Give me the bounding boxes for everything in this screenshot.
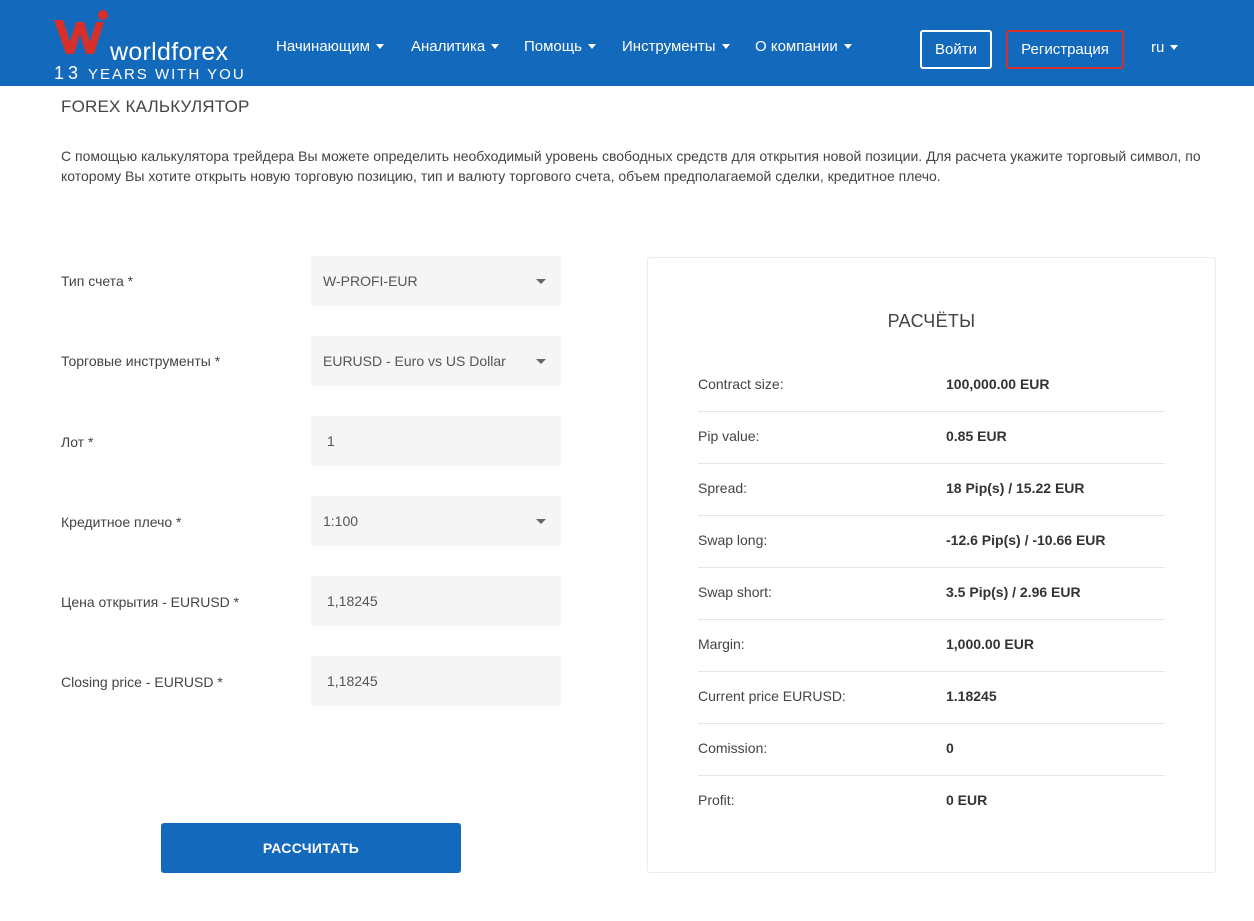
lot-input[interactable]: 1 xyxy=(311,416,561,466)
result-value: 100,000.00 EUR xyxy=(946,376,1050,392)
open-price-label: Цена открытия - EURUSD * xyxy=(61,594,240,610)
page-title: FOREX КАЛЬКУЛЯТОР xyxy=(61,97,250,116)
result-label: Pip value: xyxy=(698,428,760,444)
result-value: 0.85 EUR xyxy=(946,428,1007,444)
account-type-label: Тип счета * xyxy=(61,273,134,289)
results-panel: РАСЧЁТЫ Contract size: 100,000.00 EUR Pi… xyxy=(647,257,1216,873)
result-label: Comission: xyxy=(698,740,768,756)
results-title: РАСЧЁТЫ xyxy=(887,311,976,331)
dropdown-arrow-icon xyxy=(536,359,546,364)
result-value: 0 xyxy=(946,740,954,756)
login-button[interactable]: Войти xyxy=(920,30,992,69)
result-value: 0 EUR xyxy=(946,792,988,808)
chevron-down-icon xyxy=(491,44,500,49)
chevron-down-icon xyxy=(375,44,384,49)
result-row-swap-short: Swap short: 3.5 Pip(s) / 2.96 EUR xyxy=(698,568,1165,620)
logo-tagline: 13 YEARS WITH YOU xyxy=(54,63,246,84)
nav-item-help[interactable]: Помощь xyxy=(524,38,596,55)
result-row-contract-size: Contract size: 100,000.00 EUR xyxy=(698,360,1165,412)
result-value: -12.6 Pip(s) / -10.66 EUR xyxy=(946,532,1106,548)
result-label: Swap long: xyxy=(698,532,768,548)
leverage-select[interactable]: 1:100 xyxy=(311,496,561,546)
chevron-down-icon xyxy=(587,44,596,49)
calculate-button[interactable]: РАССЧИТАТЬ xyxy=(161,823,461,873)
account-type-value: W-PROFI-EUR xyxy=(323,273,418,289)
nav-item-tools[interactable]: Инструменты xyxy=(622,38,730,55)
register-button[interactable]: Регистрация xyxy=(1006,30,1124,69)
nav-item-label: О компании xyxy=(755,38,838,55)
lot-value: 1 xyxy=(327,433,335,449)
instrument-label: Торговые инструменты * xyxy=(61,353,221,369)
nav-item-label: Инструменты xyxy=(622,38,716,55)
account-type-select[interactable]: W-PROFI-EUR xyxy=(311,256,561,306)
result-label: Spread: xyxy=(698,480,748,496)
instrument-value: EURUSD - Euro vs US Dollar xyxy=(323,353,506,369)
dropdown-arrow-icon xyxy=(536,279,546,284)
logo-w-icon xyxy=(54,10,108,54)
result-value: 1.18245 xyxy=(946,688,997,704)
result-row-spread: Spread: 18 Pip(s) / 15.22 EUR xyxy=(698,464,1165,516)
result-label: Margin: xyxy=(698,636,745,652)
dropdown-arrow-icon xyxy=(536,519,546,524)
result-label: Profit: xyxy=(698,792,735,808)
result-value: 18 Pip(s) / 15.22 EUR xyxy=(946,480,1085,496)
result-value: 3.5 Pip(s) / 2.96 EUR xyxy=(946,584,1081,600)
close-price-label: Closing price - EURUSD * xyxy=(61,674,223,690)
logo[interactable]: worldforex 13 YEARS WITH YOU xyxy=(52,8,252,84)
chevron-down-icon xyxy=(721,44,730,49)
chevron-down-icon xyxy=(843,44,852,49)
nav-item-about[interactable]: О компании xyxy=(755,38,852,55)
language-label: ru xyxy=(1151,39,1165,56)
logo-tag-text: YEARS WITH YOU xyxy=(87,66,246,83)
result-row-swap-long: Swap long: -12.6 Pip(s) / -10.66 EUR xyxy=(698,516,1165,568)
leverage-value: 1:100 xyxy=(323,513,359,529)
lot-label: Лот * xyxy=(61,434,94,450)
nav-item-label: Начинающим xyxy=(276,38,370,55)
nav-item-label: Аналитика xyxy=(411,38,486,55)
logo-tag-number: 13 xyxy=(54,63,83,83)
chevron-down-icon xyxy=(1170,45,1179,50)
result-row-pip-value: Pip value: 0.85 EUR xyxy=(698,412,1165,464)
open-price-value: 1,18245 xyxy=(327,593,378,609)
language-selector[interactable]: ru xyxy=(1151,39,1179,56)
instrument-select[interactable]: EURUSD - Euro vs US Dollar xyxy=(311,336,561,386)
nav-item-analytics[interactable]: Аналитика xyxy=(411,38,500,55)
close-price-value: 1,18245 xyxy=(327,673,378,689)
result-row-commission: Comission: 0 xyxy=(698,724,1165,776)
page-intro: С помощью калькулятора трейдера Вы может… xyxy=(61,148,1201,184)
nav-item-beginners[interactable]: Начинающим xyxy=(276,38,384,55)
result-label: Contract size: xyxy=(698,376,784,392)
leverage-label: Кредитное плечо * xyxy=(61,514,182,530)
result-row-margin: Margin: 1,000.00 EUR xyxy=(698,620,1165,672)
result-value: 1,000.00 EUR xyxy=(946,636,1034,652)
close-price-input[interactable]: 1,18245 xyxy=(311,656,561,706)
result-row-profit: Profit: 0 EUR xyxy=(698,776,1165,828)
nav-item-label: Помощь xyxy=(524,38,582,55)
result-row-current-price: Current price EURUSD: 1.18245 xyxy=(698,672,1165,724)
result-label: Swap short: xyxy=(698,584,772,600)
site-header: worldforex 13 YEARS WITH YOU Начинающим … xyxy=(0,0,1254,86)
open-price-input[interactable]: 1,18245 xyxy=(311,576,561,626)
result-label: Current price EURUSD: xyxy=(698,688,846,704)
